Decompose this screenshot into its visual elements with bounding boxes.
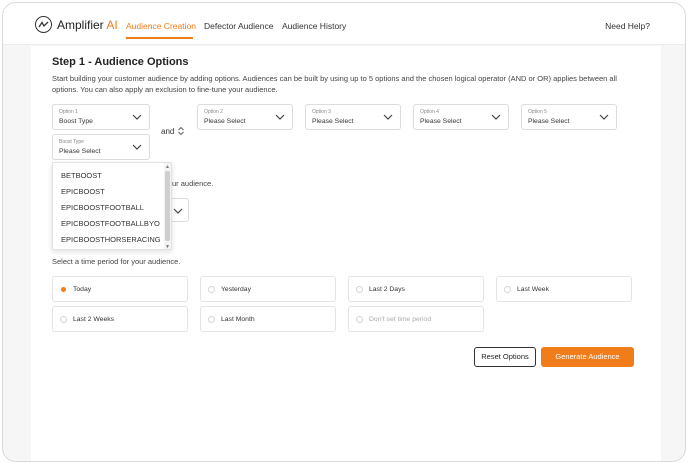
chevron-down-icon bbox=[599, 114, 609, 120]
operator-toggle-icon[interactable] bbox=[177, 126, 185, 136]
scroll-down-icon[interactable]: ▼ bbox=[165, 244, 170, 249]
brand-mark-icon bbox=[35, 16, 52, 33]
time-option-label: Last 2 Weeks bbox=[73, 316, 115, 323]
time-option-last-2-weeks[interactable]: Last 2 Weeks bbox=[52, 306, 188, 332]
radio-icon bbox=[504, 286, 511, 293]
time-option-label: Today bbox=[73, 286, 92, 293]
option-1-value: Boost Type bbox=[59, 118, 93, 125]
brand-name: Amplifier AI bbox=[57, 17, 118, 32]
chevron-down-icon bbox=[491, 114, 501, 120]
page-title: Step 1 - Audience Options bbox=[52, 56, 189, 68]
time-option-label: Last Month bbox=[221, 316, 255, 323]
option-4-label: Option 4 bbox=[420, 109, 439, 115]
generate-audience-button[interactable]: Generate Audience bbox=[541, 347, 634, 367]
chevron-down-icon bbox=[132, 114, 142, 120]
option-1-label: Option 1 bbox=[59, 109, 78, 115]
radio-icon bbox=[208, 286, 215, 293]
time-option-last-month[interactable]: Last Month bbox=[200, 306, 336, 332]
option-2-label: Option 2 bbox=[204, 109, 223, 115]
exclusion-hint-text: ur audience. bbox=[172, 179, 214, 188]
active-tab-indicator bbox=[126, 37, 193, 39]
option-5-value: Please Select bbox=[528, 118, 570, 125]
dropdown-option[interactable]: EPICBOOST bbox=[61, 187, 105, 196]
dropdown-option[interactable]: BETBOOST bbox=[61, 171, 102, 180]
option-5-label: Option 5 bbox=[528, 109, 547, 115]
dropdown-scrollbar[interactable]: ▲ ▼ bbox=[164, 163, 171, 249]
chevron-down-icon bbox=[275, 114, 285, 120]
radio-selected-icon bbox=[61, 287, 66, 292]
option-4-value: Please Select bbox=[420, 118, 462, 125]
chevron-down-icon bbox=[132, 144, 142, 150]
tab-audience-creation[interactable]: Audience Creation bbox=[126, 21, 196, 31]
radio-icon bbox=[356, 286, 363, 293]
reset-options-button[interactable]: Reset Options bbox=[474, 347, 536, 367]
brand-logo[interactable]: Amplifier AI bbox=[35, 16, 118, 33]
time-option-label: Last 2 Days bbox=[369, 286, 405, 293]
time-option-label: Yesterday bbox=[221, 286, 251, 293]
top-navigation: Amplifier AI Audience Creation Defector … bbox=[3, 3, 685, 45]
radio-icon bbox=[60, 316, 67, 323]
time-option-last-week[interactable]: Last Week bbox=[496, 276, 632, 302]
time-option-none: Don't set time period bbox=[348, 306, 484, 332]
boost-type-select[interactable]: Boost Type Please Select bbox=[52, 134, 150, 160]
option-2-select[interactable]: Option 2 Please Select bbox=[197, 104, 293, 130]
time-option-last-2-days[interactable]: Last 2 Days bbox=[348, 276, 484, 302]
boost-type-dropdown[interactable]: BETBOOST EPICBOOST EPICBOOSTFOOTBALL EPI… bbox=[52, 162, 172, 250]
radio-icon bbox=[356, 316, 363, 323]
option-4-select[interactable]: Option 4 Please Select bbox=[413, 104, 509, 130]
time-option-today[interactable]: Today bbox=[52, 276, 188, 302]
scroll-up-icon[interactable]: ▲ bbox=[165, 164, 170, 170]
logical-operator[interactable]: and bbox=[161, 127, 174, 136]
boost-type-value: Please Select bbox=[59, 148, 101, 155]
chevron-down-icon bbox=[383, 114, 393, 120]
scroll-thumb[interactable] bbox=[165, 171, 170, 241]
option-3-label: Option 3 bbox=[312, 109, 331, 115]
time-option-label: Last Week bbox=[517, 286, 549, 293]
option-5-select[interactable]: Option 5 Please Select bbox=[521, 104, 617, 130]
time-option-label: Don't set time period bbox=[369, 316, 432, 323]
tab-audience-history[interactable]: Audience History bbox=[282, 21, 346, 31]
radio-icon bbox=[208, 316, 215, 323]
dropdown-option[interactable]: EPICBOOSTFOOTBALLBYO bbox=[61, 219, 160, 228]
step-description: Start building your customer audience by… bbox=[52, 74, 617, 94]
option-3-select[interactable]: Option 3 Please Select bbox=[305, 104, 401, 130]
dropdown-option[interactable]: EPICBOOSTHORSERACING bbox=[61, 235, 161, 244]
need-help-link[interactable]: Need Help? bbox=[605, 21, 650, 31]
option-1-select[interactable]: Option 1 Boost Type bbox=[52, 104, 150, 130]
time-period-label: Select a time period for your audience. bbox=[52, 257, 181, 266]
option-3-value: Please Select bbox=[312, 118, 354, 125]
tab-defector-audience[interactable]: Defector Audience bbox=[204, 21, 273, 31]
dropdown-option[interactable]: EPICBOOSTFOOTBALL bbox=[61, 203, 144, 212]
option-2-value: Please Select bbox=[204, 118, 246, 125]
time-option-yesterday[interactable]: Yesterday bbox=[200, 276, 336, 302]
boost-type-label: Boost Type bbox=[59, 139, 84, 145]
chevron-down-icon bbox=[173, 208, 183, 214]
